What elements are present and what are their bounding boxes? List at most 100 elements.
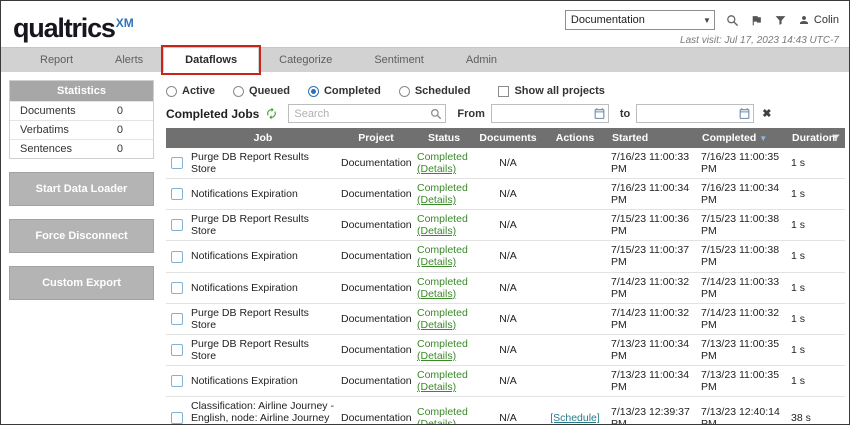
filter-funnel-icon[interactable] [774,14,787,27]
project-cell: Documentation [338,148,414,179]
started-cell: 7/13/23 12:39:37 PM [608,397,698,425]
row-checkbox[interactable] [171,157,183,169]
calendar-icon[interactable] [738,107,751,125]
logo-text: qualtrics [13,13,115,43]
col-documents[interactable]: Documents [474,128,542,148]
to-date-box [636,104,754,124]
documents-cell: N/A [474,334,542,365]
col-duration[interactable]: Duration [788,128,845,148]
tab-report[interactable]: Report [19,48,94,72]
start-data-loader-button[interactable]: Start Data Loader [9,172,154,206]
to-date-input[interactable] [636,104,754,123]
details-link[interactable]: (Details) [417,418,456,425]
status-text: Completed [417,244,468,256]
completed-cell: 7/14/23 11:00:32 PM [698,303,788,334]
header-right: Documentation ▼ Colin [565,6,839,46]
refresh-icon[interactable] [265,107,278,120]
schedule-link[interactable]: [Schedule] [550,412,600,424]
statistics-header: Statistics [10,81,153,101]
duration-cell: 1 s [788,179,845,210]
status-cell: Completed(Details) [414,179,474,210]
job-cell: Notifications Expiration [188,241,338,272]
status-cell: Completed(Details) [414,365,474,396]
radio-label: Active [182,85,215,97]
job-cell: Purge DB Report Results Store [188,334,338,365]
table-header-row: Job Project Status Documents Actions Sta… [166,128,845,148]
radio-active[interactable]: Active [166,85,215,97]
job-cell: Notifications Expiration [188,365,338,396]
tab-admin[interactable]: Admin [445,48,518,72]
user-menu[interactable]: Colin [798,14,839,26]
job-row: Classification: Airline Journey - Englis… [166,397,845,425]
col-status[interactable]: Status [414,128,474,148]
show-all-projects-checkbox[interactable]: Show all projects [498,85,604,97]
radio-completed[interactable]: Completed [308,85,381,97]
status-text: Completed [417,338,468,350]
details-link[interactable]: (Details) [417,256,456,268]
actions-cell: [Schedule] [542,397,608,425]
search-icon[interactable] [726,14,739,27]
completed-cell: 7/16/23 11:00:34 PM [698,179,788,210]
search-icon[interactable] [430,107,442,125]
custom-export-button[interactable]: Custom Export [9,266,154,300]
documents-cell: N/A [474,210,542,241]
flag-icon[interactable] [750,14,763,27]
force-disconnect-button[interactable]: Force Disconnect [9,219,154,253]
tab-categorize[interactable]: Categorize [258,48,353,72]
checkbox-cell [166,334,188,365]
table-filter-funnel-icon[interactable] [831,133,841,146]
col-project[interactable]: Project [338,128,414,148]
col-job[interactable]: Job [188,128,338,148]
details-link[interactable]: (Details) [417,194,456,206]
content-area: Statistics Documents 0 Verbatims 0 Sente… [1,72,849,424]
from-date-input[interactable] [491,104,609,123]
row-checkbox[interactable] [171,219,183,231]
project-dropdown[interactable]: Documentation ▼ [565,10,715,30]
status-cell: Completed(Details) [414,272,474,303]
status-cell: Completed(Details) [414,148,474,179]
details-link[interactable]: (Details) [417,381,456,393]
details-link[interactable]: (Details) [417,288,456,300]
row-checkbox[interactable] [171,251,183,263]
details-link[interactable]: (Details) [417,319,456,331]
radio-icon [399,86,410,97]
row-checkbox[interactable] [171,282,183,294]
completed-cell: 7/16/23 11:00:35 PM [698,148,788,179]
row-checkbox[interactable] [171,188,183,200]
radio-scheduled[interactable]: Scheduled [399,85,471,97]
status-filter-row: Active Queued Completed Scheduled Show a… [166,80,845,104]
details-link[interactable]: (Details) [417,163,456,175]
qualtrics-app-window: qualtricsXM Documentation ▼ [0,0,850,425]
actions-cell [542,179,608,210]
row-checkbox[interactable] [171,344,183,356]
details-link[interactable]: (Details) [417,225,456,237]
status-text: Completed [417,406,468,418]
sort-desc-icon[interactable]: ▼ [759,134,767,143]
completed-cell: 7/13/23 11:00:35 PM [698,334,788,365]
duration-cell: 1 s [788,303,845,334]
search-input[interactable] [288,104,446,123]
tab-sentiment[interactable]: Sentiment [353,48,445,72]
sidebar: Statistics Documents 0 Verbatims 0 Sente… [9,80,154,424]
radio-label: Completed [324,85,381,97]
radio-queued[interactable]: Queued [233,85,290,97]
row-checkbox[interactable] [171,375,183,387]
calendar-icon[interactable] [593,107,606,125]
checkbox-cell [166,272,188,303]
duration-cell: 1 s [788,365,845,396]
col-completed[interactable]: Completed▼ [698,128,788,148]
tab-alerts[interactable]: Alerts [94,48,164,72]
radio-icon [166,86,177,97]
row-checkbox[interactable] [171,313,183,325]
col-started[interactable]: Started [608,128,698,148]
col-actions[interactable]: Actions [542,128,608,148]
details-link[interactable]: (Details) [417,350,456,362]
tab-dataflows[interactable]: Dataflows [164,48,258,72]
header-controls: Documentation ▼ Colin [565,10,839,30]
job-cell: Purge DB Report Results Store [188,303,338,334]
clear-dates-icon[interactable]: ✖ [762,107,771,120]
actions-cell [542,148,608,179]
stat-value: 0 [117,124,145,136]
started-cell: 7/16/23 11:00:34 PM [608,179,698,210]
row-checkbox[interactable] [171,412,183,424]
